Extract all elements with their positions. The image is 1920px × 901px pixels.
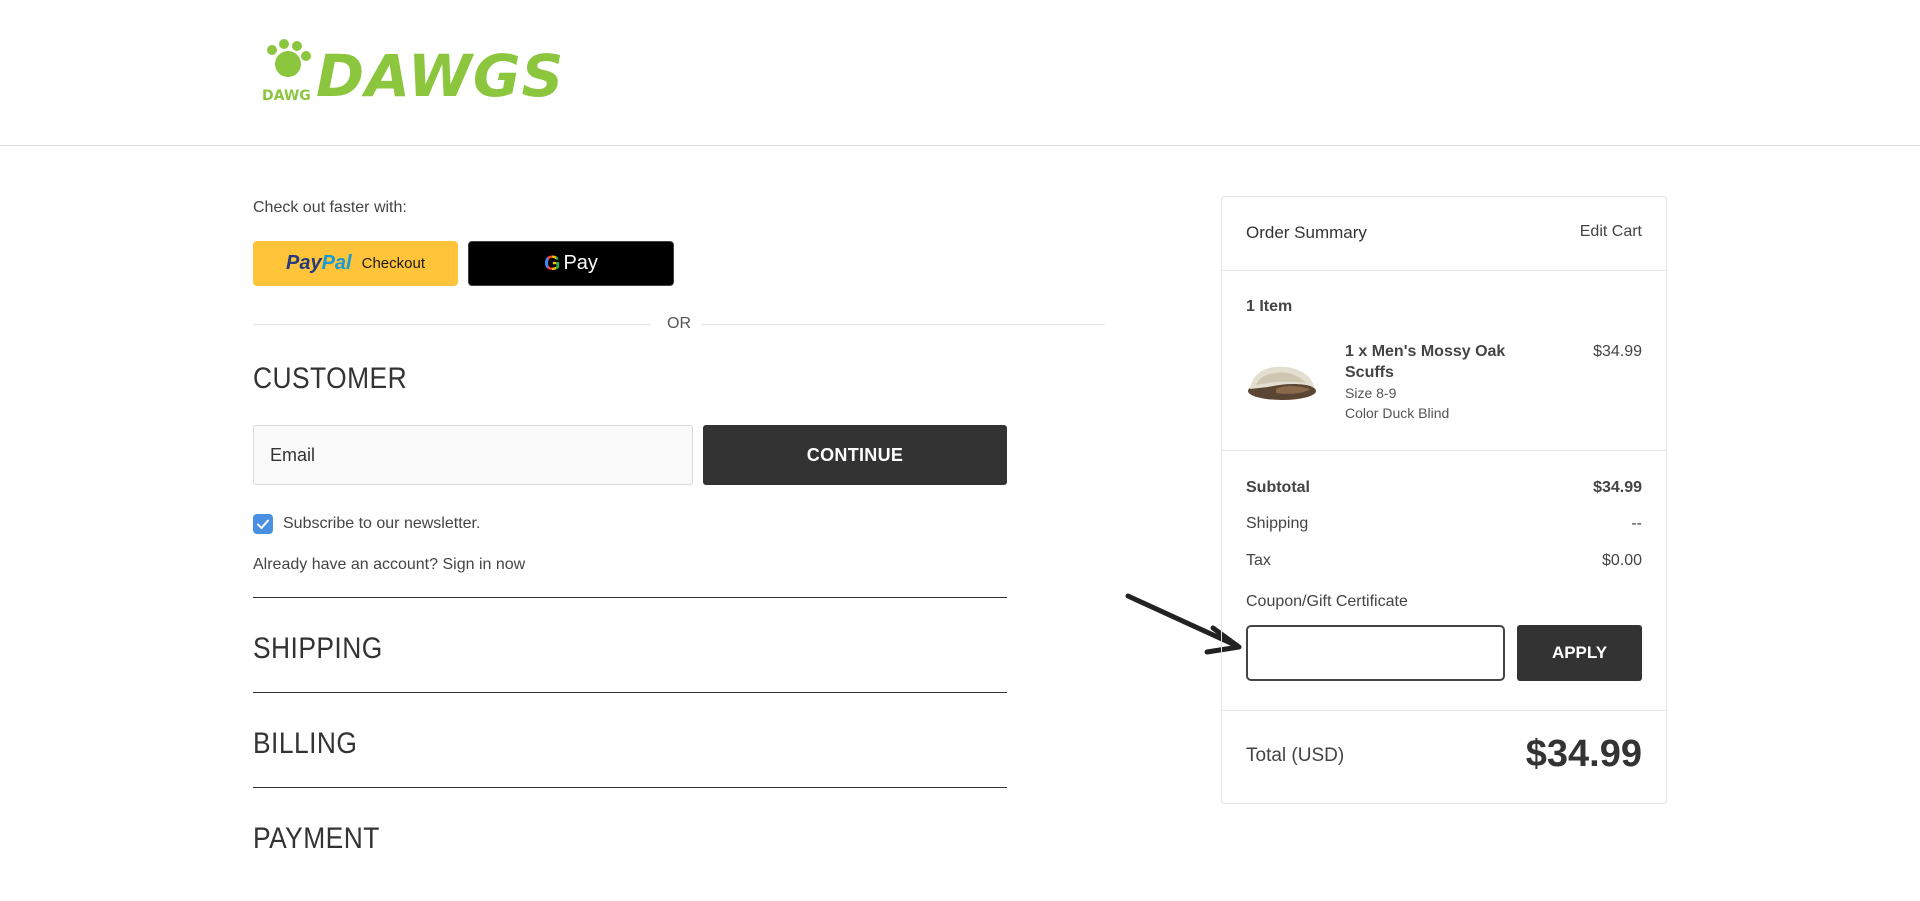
checkmark-icon <box>257 519 269 529</box>
summary-divider <box>1222 450 1666 451</box>
edit-cart-link[interactable]: Edit Cart <box>1580 223 1642 241</box>
paypal-logo: PayPal <box>286 252 352 274</box>
account-prompt-text: Already have an account? <box>253 556 439 573</box>
dawgs-logo[interactable]: DAWG DAWGS <box>254 38 574 104</box>
express-checkout-label: Check out faster with: <box>253 199 407 216</box>
total-label: Total (USD) <box>1246 745 1345 766</box>
summary-divider <box>1222 270 1666 271</box>
billing-title[interactable]: BILLING <box>253 727 357 761</box>
paypal-checkout-label: Checkout <box>361 255 425 272</box>
paw-icon: DAWG <box>262 39 311 104</box>
payment-title[interactable]: PAYMENT <box>253 822 380 856</box>
or-divider: OR <box>253 313 1105 335</box>
paypal-checkout-button[interactable]: PayPal Checkout <box>253 241 458 286</box>
summary-divider <box>1222 710 1666 711</box>
continue-button[interactable]: CONTINUE <box>703 425 1007 485</box>
product-thumbnail <box>1248 366 1316 400</box>
or-text: OR <box>667 315 691 332</box>
tax-label: Tax <box>1246 552 1271 569</box>
google-g-icon: G <box>544 251 561 275</box>
section-divider <box>253 787 1007 788</box>
logo-paw-text: DAWG <box>262 88 311 104</box>
customer-title: CUSTOMER <box>253 362 408 395</box>
logo-wordmark: DAWGS <box>316 42 564 104</box>
total-value: $34.99 <box>1525 733 1642 775</box>
coupon-label: Coupon/Gift Certificate <box>1246 593 1408 610</box>
order-summary-title: Order Summary <box>1246 223 1367 242</box>
tax-value: $0.00 <box>1601 552 1642 569</box>
google-pay-button[interactable]: G Pay <box>468 241 674 286</box>
section-divider <box>253 692 1007 693</box>
email-field[interactable] <box>253 425 693 485</box>
sign-in-link[interactable]: Sign in now <box>442 556 525 573</box>
newsletter-label[interactable]: Subscribe to our newsletter. <box>283 515 480 533</box>
shipping-title[interactable]: SHIPPING <box>253 632 383 666</box>
section-divider <box>253 597 1007 598</box>
site-header: DAWG DAWGS <box>0 0 1920 146</box>
item-color: Color Duck Blind <box>1345 405 1450 421</box>
item-count: 1 Item <box>1246 298 1293 315</box>
coupon-input[interactable] <box>1246 625 1505 681</box>
apply-coupon-button[interactable]: APPLY <box>1517 625 1642 681</box>
order-summary-panel: Order Summary Edit Cart 1 Item 1 x Men's… <box>1221 196 1667 804</box>
subtotal-label: Subtotal <box>1246 479 1310 496</box>
item-size: Size 8-9 <box>1345 385 1397 401</box>
account-prompt: Already have an account? Sign in now <box>253 556 525 574</box>
item-name: 1 x Men's Mossy Oak Scuffs <box>1345 343 1506 381</box>
google-pay-label: Pay <box>563 252 598 274</box>
shipping-value: -- <box>1631 515 1642 532</box>
newsletter-checkbox[interactable] <box>253 514 273 534</box>
shipping-label: Shipping <box>1246 515 1309 532</box>
subtotal-value: $34.99 <box>1593 479 1642 496</box>
item-price: $34.99 <box>1593 343 1642 360</box>
